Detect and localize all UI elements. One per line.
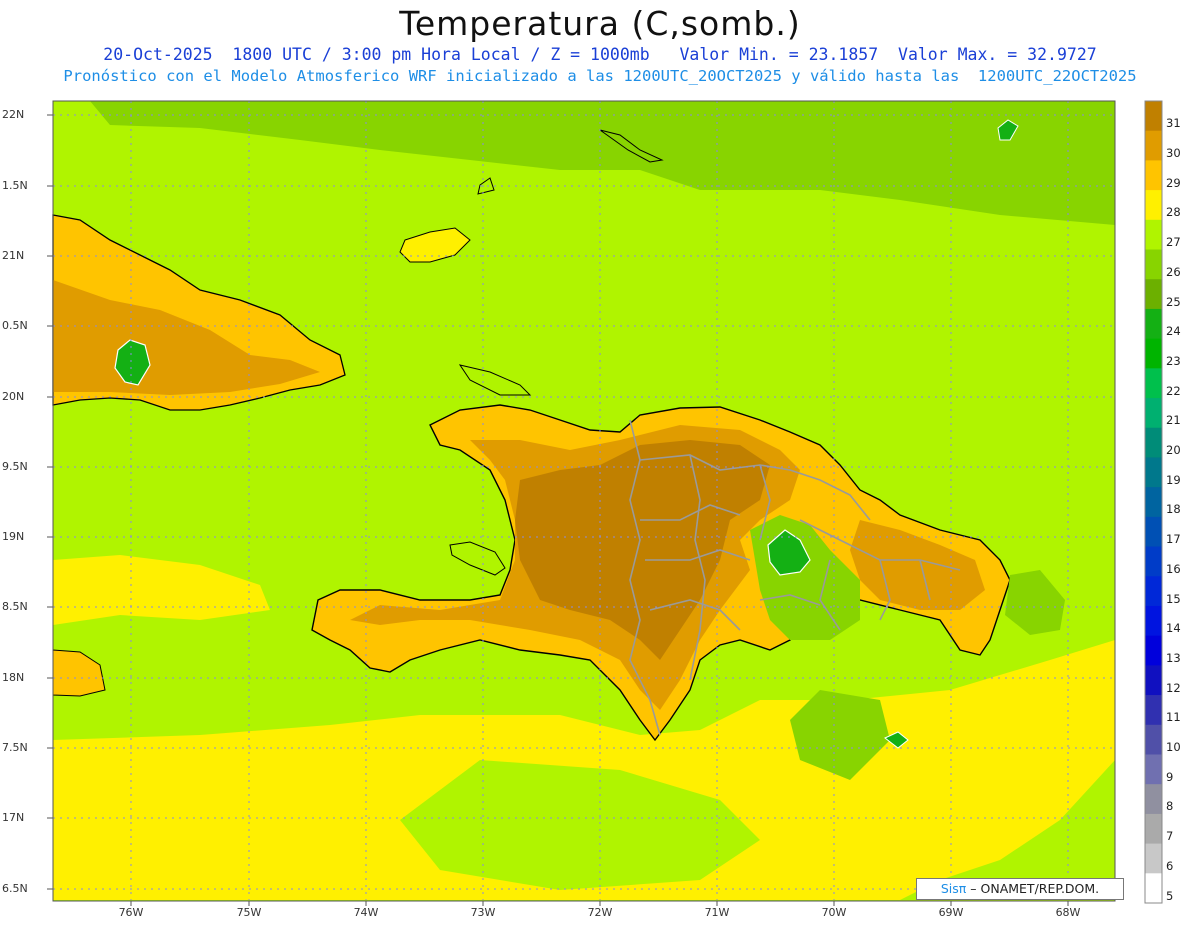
colorbar-swatch [1145,784,1162,815]
lon-label: 72W [587,906,613,919]
colorbar-swatch [1145,487,1162,518]
colorbar-label: 7 [1166,829,1174,844]
colorbar-label: 26 [1166,264,1181,279]
colorbar-swatch [1145,219,1162,251]
colorbar-label: 12 [1166,680,1181,695]
colorbar-swatch [1145,843,1162,874]
lat-label: 22N [2,108,25,121]
colorbar-label: 15 [1166,591,1181,606]
colorbar-swatch [1145,516,1162,548]
colorbar-swatch [1145,338,1162,369]
lat-label: 6.5N [2,882,28,895]
colorbar-swatch [1145,398,1162,429]
lat-label: 1.5N [2,179,28,192]
colorbar-label: 28 [1166,205,1181,220]
lat-label: 0.5N [2,319,28,332]
colorbar-label: 6 [1166,858,1174,873]
colorbar-swatch [1145,873,1162,904]
colorbar-swatch [1145,546,1162,577]
colorbar-label: 13 [1166,650,1181,665]
colorbar-swatch [1145,695,1162,726]
colorbar-label: 22 [1166,383,1181,398]
temperature-map [47,100,1163,906]
colorbar-swatch [1145,427,1162,458]
lon-label: 68W [1055,906,1081,919]
lon-label: 74W [353,906,379,919]
colorbar-label: 11 [1166,710,1181,725]
colorbar [1144,100,1163,904]
colorbar-swatch [1145,813,1162,845]
colorbar-label: 23 [1166,353,1181,368]
colorbar-swatch [1145,368,1162,399]
lat-label: 8.5N [2,600,28,613]
colorbar-label: 27 [1166,235,1181,250]
colorbar-swatch [1145,576,1162,607]
lon-label: 76W [118,906,144,919]
colorbar-label: 18 [1166,502,1181,517]
colorbar-label: 25 [1166,294,1181,309]
colorbar-swatch [1145,605,1162,637]
credit-box: Sisπ – ONAMET/REP.DOM. [916,878,1124,900]
colorbar-label: 8 [1166,799,1174,814]
lon-label: 71W [704,906,730,919]
colorbar-label: 20 [1166,443,1181,458]
colorbar-label: 16 [1166,561,1181,576]
colorbar-swatch [1145,724,1162,755]
colorbar-label: 24 [1166,324,1181,339]
colorbar-label: 10 [1166,740,1181,755]
lat-label: 7.5N [2,741,28,754]
lat-label: 21N [2,249,25,262]
colorbar-label: 30 [1166,145,1181,160]
colorbar-label: 14 [1166,621,1181,636]
lon-label: 70W [821,906,847,919]
lon-label: 69W [938,906,964,919]
colorbar-swatch [1145,635,1162,666]
colorbar-swatch [1145,457,1162,488]
colorbar-swatch [1145,754,1162,785]
lat-label: 20N [2,390,25,403]
colorbar-label: 5 [1166,888,1174,903]
credit-text: – ONAMET/REP.DOM. [970,881,1100,896]
colorbar-swatch [1145,130,1162,161]
colorbar-swatch [1145,101,1162,132]
colorbar-swatch [1145,190,1162,221]
colorbar-swatch [1145,308,1162,340]
colorbar-label: 31 [1166,116,1181,131]
colorbar-swatch [1145,665,1162,696]
colorbar-label: 19 [1166,472,1181,487]
colorbar-label: 17 [1166,532,1181,547]
colorbar-label: 21 [1166,413,1181,428]
colorbar-label: 29 [1166,175,1181,190]
lon-label: 75W [236,906,262,919]
lat-label: 17N [2,811,25,824]
colorbar-swatch [1145,279,1162,310]
lat-label: 19N [2,530,25,543]
lat-label: 9.5N [2,460,28,473]
colorbar-swatch [1145,249,1162,280]
lon-label: 73W [470,906,496,919]
credit-brand: Sisπ [940,881,967,896]
lat-label: 18N [2,671,25,684]
colorbar-swatch [1145,160,1162,191]
colorbar-label: 9 [1166,769,1174,784]
